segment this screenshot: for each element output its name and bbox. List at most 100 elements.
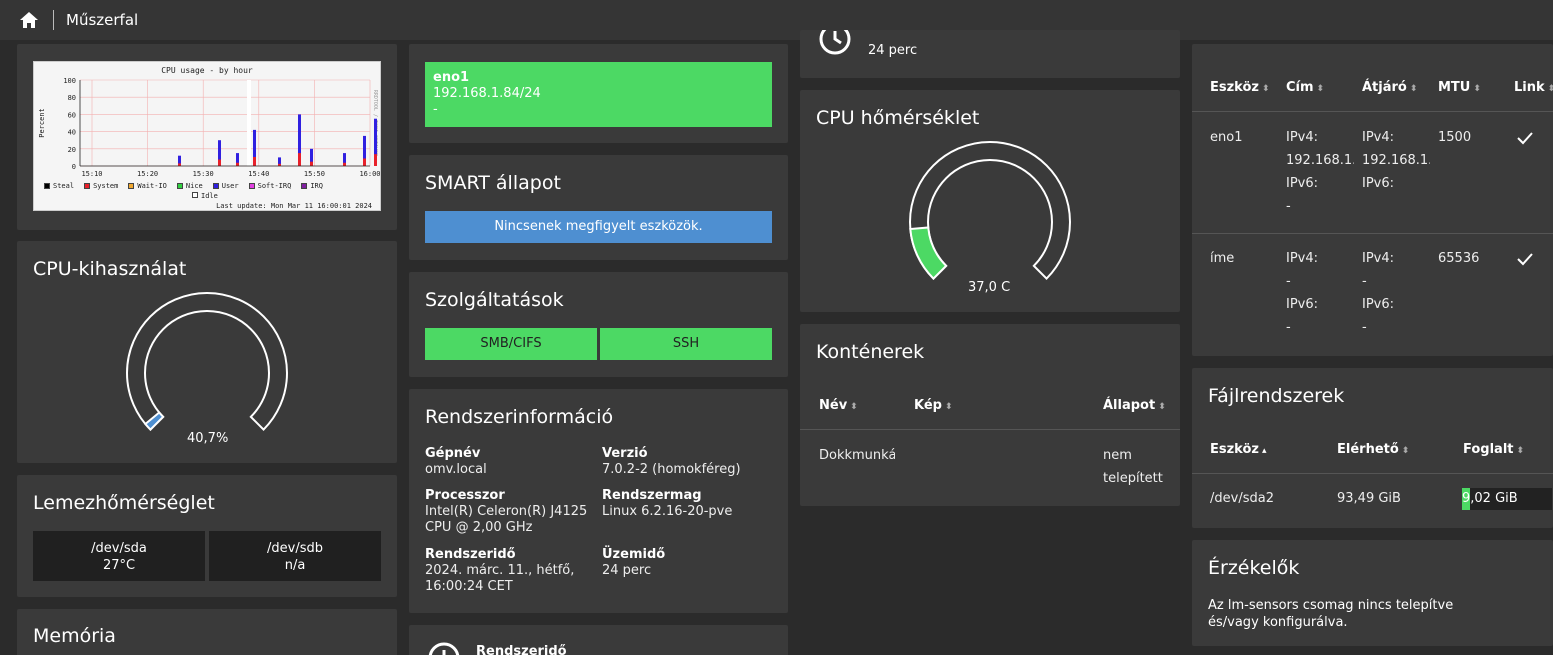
- top-bar: Műszerfal: [0, 0, 1553, 40]
- card-title: Rendszerinformáció: [425, 406, 614, 428]
- col-fs-available[interactable]: Elérhető ⬍: [1337, 442, 1409, 457]
- home-icon[interactable]: [19, 10, 39, 30]
- service-smb: SMB/CIFS: [425, 328, 597, 360]
- legend-item: User: [212, 182, 239, 190]
- col-gateway[interactable]: Átjáró ⬍: [1362, 80, 1417, 95]
- cpu-temp-card: CPU hőmérséklet 37,0 C: [800, 90, 1180, 312]
- cpu-temp-value: 37,0 C: [968, 280, 1011, 295]
- system-spike: [343, 162, 346, 166]
- card-title: Érzékelők: [1208, 557, 1300, 579]
- system-spike: [363, 158, 366, 166]
- graph-legend: Steal System Wait-IO Nice User Soft-IRQ IRQ: [44, 182, 323, 190]
- col-name[interactable]: Név ⬍: [819, 398, 858, 413]
- check-icon: [1517, 132, 1533, 145]
- card-title: Fájlrendszerek: [1208, 385, 1345, 407]
- net-gw-v6-label: IPv6:: [1362, 297, 1395, 312]
- net-device: eno1: [1210, 130, 1243, 145]
- divider: [1192, 473, 1553, 474]
- legend-item: IRQ: [301, 182, 323, 190]
- divider: [1192, 111, 1553, 112]
- y-tick-label: 60: [68, 111, 76, 119]
- x-tick-label: 15:50: [304, 170, 325, 178]
- net-addr-v4: 192.168.1.84: [1286, 153, 1354, 168]
- containers-card: Konténerek Név ⬍ Kép ⬍ Állapot ⬍ Dokkmunkás…: [800, 324, 1180, 506]
- container-status-1: nem: [1103, 448, 1132, 463]
- gauge-track: [126, 292, 288, 431]
- net-addr-v6-label: IPv6:: [1286, 176, 1319, 191]
- legend-idle: Idle: [192, 192, 218, 200]
- legend-item: Nice: [176, 182, 203, 190]
- container-name: Dokkmunkás: [819, 448, 895, 463]
- system-spike: [218, 159, 221, 166]
- net-addr-v4-label: IPv4:: [1286, 130, 1319, 145]
- smart-message: Nincsenek megfigyelt eszközök.: [425, 211, 772, 243]
- field-processor: Processzor Intel(R) Celeron(R) J4125 CPU …: [425, 488, 588, 535]
- card-title: Memória: [33, 625, 116, 647]
- smart-card: SMART állapot Nincsenek megfigyelt eszkö…: [409, 155, 788, 260]
- fs-device: /dev/sda2: [1210, 491, 1274, 506]
- cpu-usage-card: CPU-kihasználat 40,7%: [17, 241, 397, 463]
- system-spike: [236, 162, 239, 166]
- col-address[interactable]: Cím ⬍: [1286, 80, 1324, 95]
- col-device[interactable]: Eszköz ⬍: [1210, 80, 1270, 95]
- cpu-usage-graph: CPU usage - by hour 100 80 60 40 20 0 15:10 15:…: [33, 61, 381, 211]
- field-uptime: Üzemidő 24 perc: [602, 547, 666, 578]
- uptime-value: 24 perc: [868, 43, 918, 58]
- disk-temp-card: Lemezhőmérséglet /dev/sda 27°C /dev/sdb …: [17, 475, 397, 597]
- y-tick-label: 100: [63, 77, 76, 85]
- services-card: Szolgáltatások SMB/CIFS SSH: [409, 272, 788, 377]
- card-title: SMART állapot: [425, 172, 561, 194]
- check-icon: [1517, 253, 1533, 266]
- col-image[interactable]: Kép ⬍: [914, 398, 953, 413]
- col-link[interactable]: Link ⬍: [1514, 80, 1553, 95]
- memory-card: Memória: [17, 609, 397, 655]
- y-tick-label: 0: [72, 163, 76, 171]
- gauge-fill: [143, 411, 165, 431]
- net-addr-v6: -: [1286, 320, 1291, 335]
- page-title: Műszerfal: [66, 11, 139, 29]
- x-tick-label: 15:20: [137, 170, 158, 178]
- service-ssh: SSH: [600, 328, 772, 360]
- net-device: íme: [1210, 251, 1235, 266]
- net-mtu: 1500: [1438, 130, 1472, 145]
- col-mtu[interactable]: MTU ⬍: [1438, 80, 1481, 95]
- legend-item: Steal: [44, 182, 74, 190]
- col-fs-used[interactable]: Foglalt ⬍: [1463, 442, 1524, 457]
- net-addr-v6: -: [1286, 199, 1291, 214]
- network-iface-card: eno1 192.168.1.84/24 -: [409, 44, 788, 143]
- fs-used-value: 9,02 GiB: [1462, 491, 1518, 506]
- last-update: Last update: Mon Mar 11 16:00:01 2024: [216, 202, 372, 210]
- cpu-temp-gauge: [909, 141, 1071, 280]
- field-system-time: Rendszeridő 2024. márc. 11., hétfő, 16:00…: [425, 547, 575, 594]
- net-gw-v4-label: IPv4:: [1362, 251, 1395, 266]
- x-tick-label: 15:10: [81, 170, 102, 178]
- fs-available: 93,49 GiB: [1337, 491, 1401, 506]
- net-mtu: 65536: [1438, 251, 1480, 266]
- cpu-graph-card: CPU usage - by hour 100 80 60 40 20 0 15:10 15:…: [17, 44, 397, 230]
- sensors-message: Az lm-sensors csomag nincs telepítve és/…: [1208, 598, 1454, 630]
- legend-item: System: [84, 182, 118, 190]
- card-title: Konténerek: [816, 341, 925, 363]
- card-title: CPU hőmérséklet: [816, 107, 980, 129]
- x-tick-label: 16:00: [359, 170, 380, 178]
- legend-item: Wait-IO: [128, 182, 167, 190]
- sensors-card: Érzékelők Az lm-sensors csomag nincs tel…: [1192, 540, 1553, 646]
- net-addr-v4-label: IPv4:: [1286, 251, 1319, 266]
- clock-icon: [428, 642, 460, 655]
- x-tick-label: 15:30: [193, 170, 214, 178]
- divider: [1192, 233, 1553, 234]
- col-fs-device[interactable]: Eszköz ▴: [1210, 442, 1267, 457]
- cpu-usage-value: 40,7%: [187, 431, 229, 446]
- disk-temp-sdb: /dev/sdb n/a: [209, 531, 381, 581]
- disk-temp-sda: /dev/sda 27°C: [33, 531, 205, 581]
- filesystems-card: Fájlrendszerek Eszköz ▴ Elérhető ⬍ Foglalt…: [1192, 368, 1553, 528]
- y-tick-label: 80: [68, 94, 76, 102]
- card-title: Lemezhőmérséglet: [33, 492, 215, 514]
- fs-used-bar: 9,02 GiB: [1462, 488, 1552, 510]
- x-tick-label: 15:40: [248, 170, 269, 178]
- clock-icon: [819, 30, 851, 55]
- network-table-card: Eszköz ⬍ Cím ⬍ Átjáró ⬍ MTU ⬍ Link ⬍ eno1 IPv…: [1192, 44, 1553, 356]
- sysinfo-card: Rendszerinformáció Gépnév omv.local Verzi…: [409, 389, 788, 613]
- col-status[interactable]: Állapot ⬍: [1103, 398, 1166, 413]
- legend-item: Soft-IRQ: [248, 182, 291, 190]
